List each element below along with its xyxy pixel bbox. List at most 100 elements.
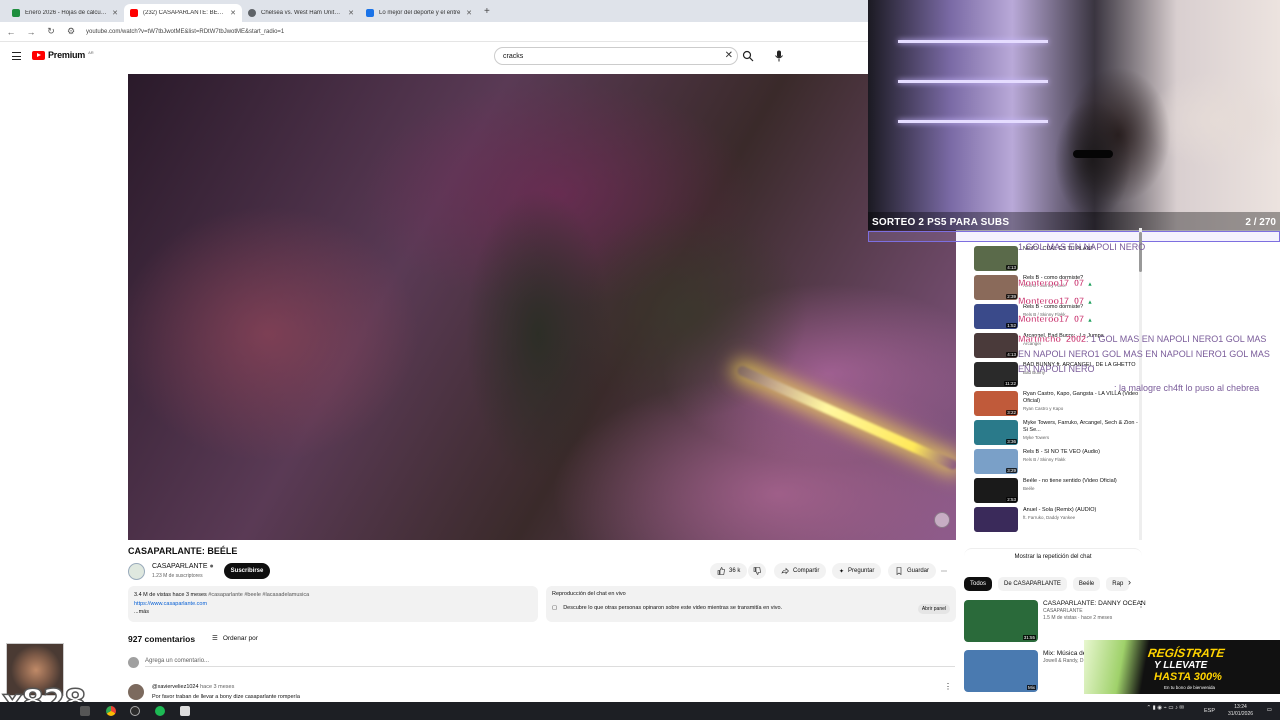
verified-icon: ● bbox=[209, 563, 214, 570]
new-tab-button[interactable]: + bbox=[484, 6, 490, 17]
tab-deporte[interactable]: Lo mejor del deporte y el entre ✕ bbox=[360, 4, 478, 22]
playlist-item[interactable]: 3:36 Myke Towers, Farruko, Arcangel, Sech… bbox=[974, 420, 1142, 448]
forward-icon[interactable]: → bbox=[26, 27, 36, 37]
share-button[interactable]: Compartir bbox=[774, 563, 827, 579]
more-link[interactable]: ...más bbox=[134, 608, 532, 617]
spotify-icon[interactable] bbox=[155, 706, 165, 716]
channel-watermark-icon[interactable] bbox=[934, 512, 950, 528]
chip-rap[interactable]: Rap bbox=[1106, 577, 1130, 591]
show-chat-replay-button[interactable]: Mostrar la repetición del chat bbox=[964, 548, 1142, 564]
search-icon[interactable] bbox=[742, 50, 754, 62]
giveaway-total: / 270 bbox=[1253, 216, 1276, 228]
share-icon bbox=[781, 567, 789, 575]
sparkle-icon: ✦ bbox=[839, 568, 845, 575]
description-box[interactable]: 3.4 M de vistas hace 3 meses #casaparlan… bbox=[128, 586, 538, 622]
giveaway-counter: 2 / 270 bbox=[1245, 217, 1276, 228]
save-button[interactable]: Guardar bbox=[888, 563, 937, 579]
chip-channel[interactable]: De CASAPARLANTE bbox=[998, 577, 1067, 591]
channel-avatar[interactable] bbox=[128, 563, 145, 580]
recommended-title: CASAPARLANTE: DANNY OCEAN bbox=[1043, 600, 1146, 607]
playlist-thumbnail[interactable] bbox=[974, 507, 1018, 532]
mic-icon[interactable] bbox=[774, 50, 784, 62]
promo-banner[interactable]: REGÍSTRATE Y LLEVATE HASTA 300% En tu bo… bbox=[1084, 640, 1280, 694]
chip-all[interactable]: Todos bbox=[964, 577, 993, 591]
playlist-thumbnail[interactable]: 4:13 bbox=[974, 246, 1018, 271]
chat-icon: ▢ bbox=[552, 605, 558, 611]
subscribe-button[interactable]: Suscribirse bbox=[224, 563, 270, 579]
youtube-logo[interactable]: Premium AR bbox=[32, 50, 94, 60]
chrome-icon[interactable] bbox=[106, 706, 116, 716]
live-chat-replay-box: Reproducción del chat en vivo ▢ Descubre… bbox=[546, 586, 956, 622]
playlist-item[interactable]: Anuel - Sola (Remix) (AUDIO) ft. Farruko,… bbox=[974, 507, 1142, 535]
app-icon[interactable] bbox=[80, 706, 90, 716]
chip-beele[interactable]: Beéle bbox=[1072, 577, 1101, 591]
giveaway-title: SORTEO 2 PS5 PARA SUBS bbox=[872, 216, 1010, 228]
playlist-item[interactable]: 3:29 Rels B - SI NO TE VEO (Audio) Rels B … bbox=[974, 449, 1142, 477]
video-thumbnail[interactable]: 31:55 bbox=[964, 600, 1038, 642]
playlist-item-channel: Beéle bbox=[1023, 486, 1035, 491]
playlist-thumbnail[interactable]: 11:22 bbox=[974, 362, 1018, 387]
dislike-button[interactable] bbox=[748, 563, 766, 579]
open-panel-button[interactable]: Abrir panel bbox=[917, 604, 950, 614]
notification-icon[interactable]: ▭ bbox=[1267, 707, 1272, 713]
sunglasses bbox=[1073, 150, 1113, 158]
obs-icon[interactable] bbox=[130, 706, 140, 716]
duration-badge: 3:22 bbox=[1006, 410, 1017, 415]
playlist-thumbnail[interactable]: 2:39 bbox=[974, 275, 1018, 300]
tab-sheets[interactable]: Enero 2026 - Hojas de cálculo de Google … bbox=[6, 4, 124, 22]
playlist-item[interactable]: 2:53 Beéle - no tiene sentido (Video Ofic… bbox=[974, 478, 1142, 506]
sort-button[interactable]: ☰ Ordenar por bbox=[212, 634, 258, 643]
shelf-light bbox=[898, 40, 1048, 43]
comment-input[interactable]: Agrega un comentario... bbox=[145, 658, 955, 667]
playlist-thumbnail[interactable]: 3:29 bbox=[974, 449, 1018, 474]
chevron-right-icon[interactable]: › bbox=[1128, 577, 1131, 587]
shelf-light bbox=[898, 120, 1048, 123]
mix-thumbnail[interactable]: Mix bbox=[964, 650, 1038, 692]
description-link[interactable]: https://www.casaparlante.com bbox=[134, 600, 532, 609]
tab-youtube[interactable]: (232) CASAPARLANTE: BEÉLE ✕ bbox=[124, 4, 242, 22]
menu-icon[interactable] bbox=[12, 52, 21, 63]
chat-message: Monteroo17_07 ▲ bbox=[1018, 314, 1094, 324]
close-icon[interactable]: ✕ bbox=[348, 9, 354, 17]
recommended-video[interactable]: 31:55 CASAPARLANTE: DANNY OCEAN CASAPARL… bbox=[964, 600, 1164, 642]
tab-chelsea[interactable]: Chelsea vs. West Ham United | ✕ bbox=[242, 4, 360, 22]
playlist-thumbnail[interactable]: 3:36 bbox=[974, 420, 1018, 445]
url-field[interactable]: youtube.com/watch?v=tW7tbJwotME&list=RDt… bbox=[86, 29, 284, 35]
ask-label: Preguntar bbox=[848, 568, 875, 574]
close-icon[interactable]: ✕ bbox=[230, 9, 236, 17]
site-info-icon[interactable]: ⚙ bbox=[66, 26, 76, 37]
giveaway-count: 2 bbox=[1245, 216, 1251, 228]
playlist-item-title: Beéle - no tiene sentido (Video Oficial) bbox=[1023, 478, 1117, 484]
playlist-thumbnail[interactable]: 2:53 bbox=[974, 478, 1018, 503]
system-tray-icons[interactable]: ⌃ ▮ ◉ ⌁ ▭ ♪ ✉ bbox=[1147, 705, 1184, 711]
reload-icon[interactable]: ↻ bbox=[46, 26, 56, 37]
commenter-avatar[interactable] bbox=[128, 684, 144, 700]
playlist-thumbnail[interactable]: 1:52 bbox=[974, 304, 1018, 329]
playlist-item[interactable]: 3:22 Ryan Castro, Kapo, Gangsta - LA VILL… bbox=[974, 391, 1142, 419]
comment-count: 927 comentarios bbox=[128, 634, 196, 644]
playlist-thumbnail[interactable]: 4:13 bbox=[974, 333, 1018, 358]
recommended-channel: CASAPARLANTE bbox=[1043, 608, 1083, 614]
close-icon[interactable]: ✕ bbox=[466, 9, 472, 17]
recommended-menu-icon[interactable]: ⋮ bbox=[1137, 600, 1145, 609]
video-player[interactable] bbox=[128, 74, 956, 540]
back-icon[interactable]: ← bbox=[6, 27, 16, 37]
clear-icon[interactable]: ✕ bbox=[725, 50, 733, 61]
duration-badge: 3:36 bbox=[1006, 439, 1017, 444]
playlist-thumbnail[interactable]: 3:22 bbox=[974, 391, 1018, 416]
app-icon[interactable] bbox=[180, 706, 190, 716]
search-input[interactable]: cracks ✕ bbox=[494, 47, 738, 65]
streamer-figure bbox=[1048, 90, 1138, 230]
like-button[interactable]: 36 k bbox=[710, 563, 748, 579]
ask-button[interactable]: ✦ Preguntar bbox=[832, 563, 882, 579]
channel-name[interactable]: CASAPARLANTE ● bbox=[152, 563, 214, 570]
comment-author[interactable]: @xavierveliez1024 hace 3 meses bbox=[152, 684, 234, 690]
close-icon[interactable]: ✕ bbox=[112, 9, 118, 17]
playlist-item-channel: ft. Farruko, Daddy Yankee bbox=[1023, 515, 1076, 520]
clock[interactable]: 13:24 31/01/2026 bbox=[1228, 704, 1253, 718]
more-actions-button[interactable]: ⋯ bbox=[938, 563, 950, 579]
language-indicator[interactable]: ESP bbox=[1204, 708, 1215, 714]
thumbs-up-icon bbox=[717, 567, 725, 575]
comment-menu-icon[interactable]: ⋮ bbox=[944, 682, 952, 691]
comment-text: Por favor traban de llevar a bony dize c… bbox=[152, 694, 300, 700]
